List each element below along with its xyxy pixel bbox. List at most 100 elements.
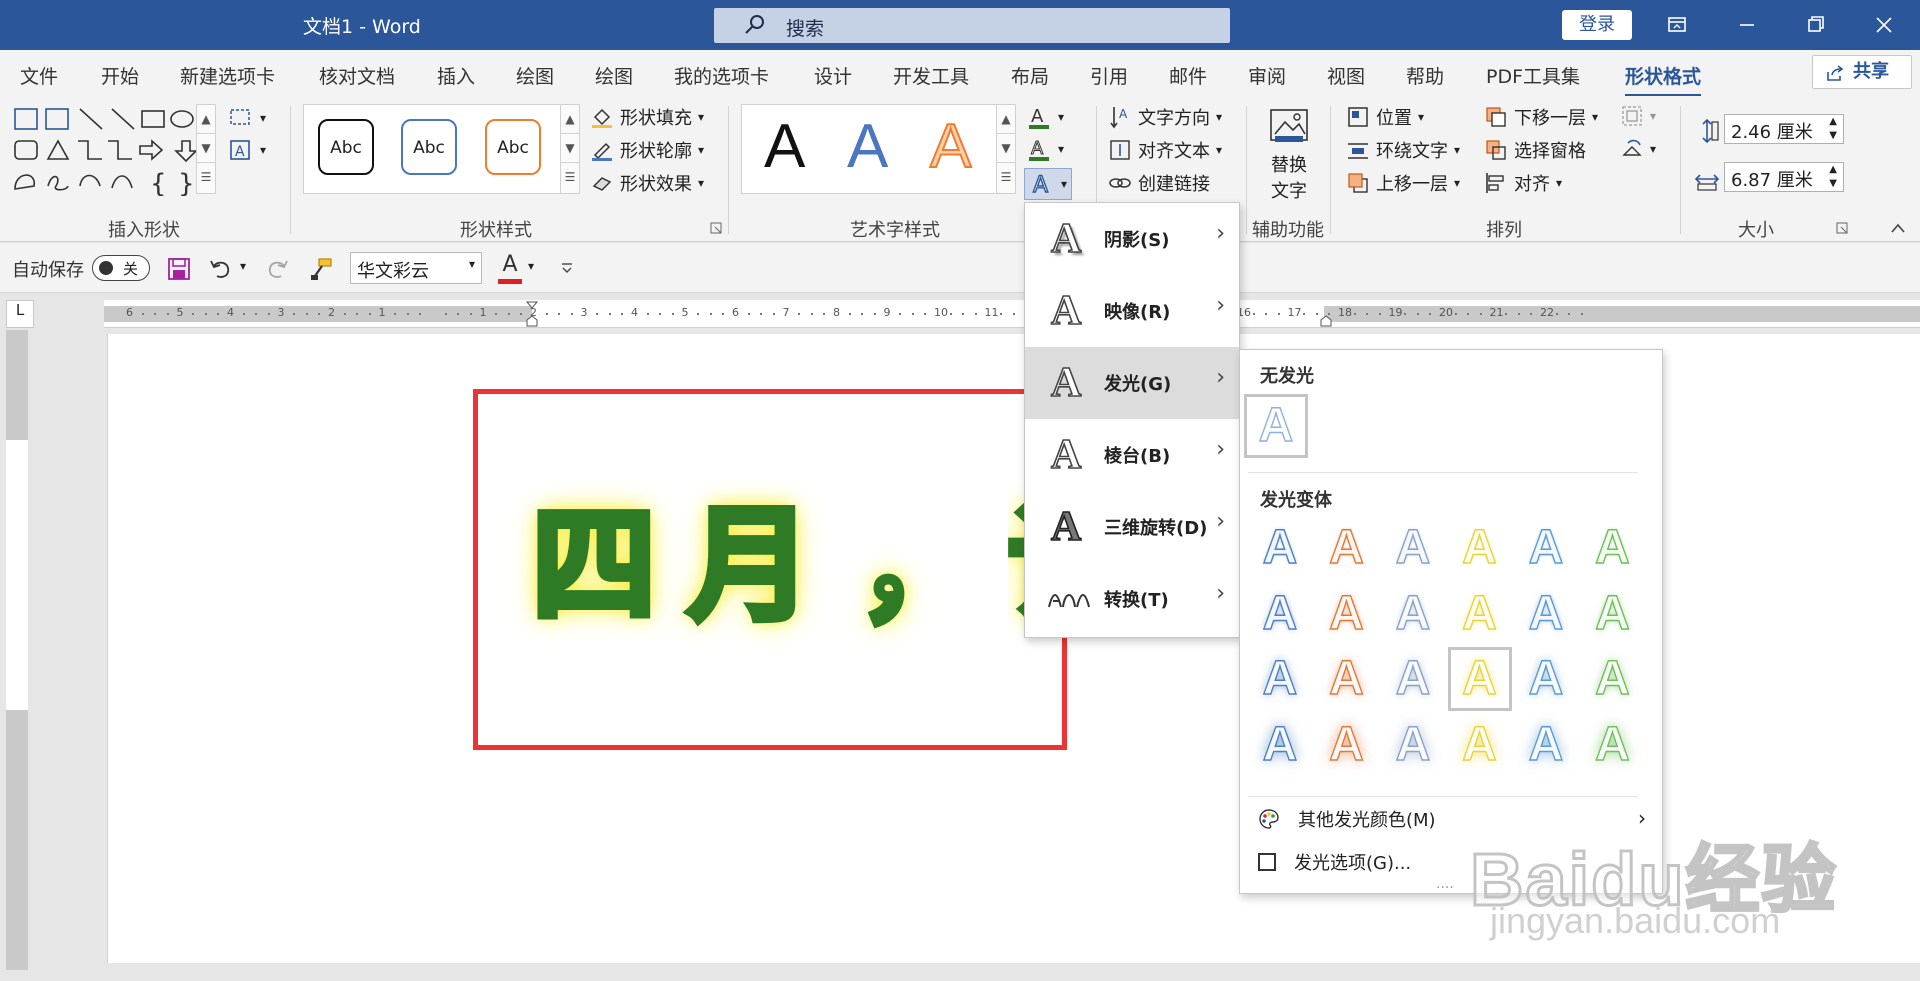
vertical-ruler[interactable]	[6, 330, 28, 970]
wordart-scroll[interactable]: ▲ ▼ ☰	[996, 104, 1016, 194]
customize-qat-icon[interactable]	[560, 261, 574, 275]
horizontal-ruler[interactable]: 6543211234567891011121314151617181920212…	[104, 300, 1920, 328]
font-color-dropdown-icon[interactable]: ▾	[528, 259, 534, 273]
text-direction-button[interactable]: A 文字方向 ▾	[1108, 104, 1222, 130]
shape-style-orange[interactable]: Abc	[485, 119, 541, 175]
shapes-gallery[interactable]: {}	[12, 106, 212, 196]
shape-width-input[interactable]: 6.87 厘米 ▲ ▼	[1724, 162, 1844, 192]
edit-shape-button[interactable]: ▾	[228, 106, 266, 130]
dialog-launcher-icon[interactable]	[710, 222, 722, 234]
menu-item-glow[interactable]: A 发光(G) ›	[1025, 347, 1239, 419]
create-link-button[interactable]: 创建链接	[1108, 170, 1210, 196]
glow-variant-option[interactable]: A	[1315, 516, 1379, 580]
tab-selector[interactable]: L	[6, 300, 34, 328]
tab-draw-2[interactable]: 绘图	[595, 62, 633, 89]
menu-item-bevel[interactable]: A 棱台(B) ›	[1025, 419, 1239, 491]
size-dialog-launcher-icon[interactable]	[1836, 222, 1848, 234]
shape-effects-button[interactable]: 形状效果 ▾	[590, 170, 704, 196]
wordart-blue[interactable]: A	[847, 111, 888, 182]
no-glow-option[interactable]: A	[1244, 394, 1308, 458]
glow-variant-option[interactable]: A	[1514, 647, 1578, 711]
alt-text-button[interactable]: 替换 文字	[1264, 106, 1314, 203]
shapes-scroll[interactable]: ▲ ▼ ☰	[196, 104, 216, 194]
share-button[interactable]: 共享	[1812, 55, 1912, 89]
font-name-select[interactable]: 华文彩云 ▾	[350, 252, 482, 284]
tab-pdf[interactable]: PDF工具集	[1486, 62, 1580, 89]
glow-variant-option[interactable]: A	[1315, 713, 1379, 777]
bring-forward-button[interactable]: 上移一层 ▾	[1346, 170, 1460, 196]
autosave-toggle[interactable]: 关	[92, 255, 150, 281]
wrap-text-button[interactable]: 环绕文字 ▾	[1346, 137, 1460, 163]
glow-variant-option[interactable]: A	[1381, 516, 1445, 580]
shape-styles-scroll[interactable]: ▲ ▼ ☰	[560, 104, 580, 194]
shape-style-blue[interactable]: Abc	[401, 119, 457, 175]
shape-fill-button[interactable]: 形状填充 ▾	[590, 104, 704, 130]
glow-variant-option[interactable]: A	[1315, 582, 1379, 646]
tab-review[interactable]: 审阅	[1248, 62, 1286, 89]
position-button[interactable]: 位置 ▾	[1346, 104, 1424, 130]
search-box[interactable]: 搜索	[714, 8, 1230, 43]
selection-pane-button[interactable]: 选择窗格	[1484, 137, 1586, 163]
glow-variant-option[interactable]: A	[1248, 713, 1312, 777]
restore-icon[interactable]	[1799, 8, 1833, 42]
shape-style-gallery[interactable]: Abc Abc Abc	[303, 104, 565, 194]
right-indent-marker-icon[interactable]	[1318, 312, 1334, 328]
glow-variant-option[interactable]: A	[1581, 647, 1645, 711]
tab-proofread[interactable]: 核对文档	[319, 62, 395, 89]
tab-view[interactable]: 视图	[1327, 62, 1365, 89]
glow-variant-option[interactable]: A	[1315, 647, 1379, 711]
shape-height-input[interactable]: 2.46 厘米 ▲ ▼	[1724, 114, 1844, 144]
wordart-black[interactable]: A	[764, 111, 805, 182]
glow-variant-option[interactable]: A	[1381, 582, 1445, 646]
collapse-ribbon-icon[interactable]	[1890, 222, 1906, 234]
shape-outline-button[interactable]: 形状轮廓 ▾	[590, 137, 704, 163]
indent-marker-icon[interactable]	[524, 300, 540, 328]
text-fill-button[interactable]: A ▾	[1026, 104, 1064, 130]
more-glow-colors-item[interactable]: 其他发光颜色(M)	[1258, 806, 1436, 832]
tab-design[interactable]: 设计	[814, 62, 852, 89]
redo-icon[interactable]	[264, 256, 290, 282]
save-icon[interactable]	[166, 256, 192, 282]
tab-file[interactable]: 文件	[20, 62, 58, 89]
glow-variant-option[interactable]: A	[1448, 516, 1512, 580]
glow-variant-option[interactable]: A	[1248, 516, 1312, 580]
resize-grip-icon[interactable]: ....	[1436, 876, 1454, 892]
glow-variant-option[interactable]: A	[1514, 516, 1578, 580]
glow-variant-option[interactable]: A	[1381, 713, 1445, 777]
menu-item-reflection[interactable]: A 映像(R) ›	[1025, 275, 1239, 347]
wordart-orange[interactable]: A	[929, 111, 972, 182]
tab-help[interactable]: 帮助	[1406, 62, 1444, 89]
glow-variant-option[interactable]: A	[1514, 582, 1578, 646]
tab-draw-1[interactable]: 绘图	[516, 62, 554, 89]
tab-new[interactable]: 新建选项卡	[180, 62, 275, 89]
font-color-button[interactable]: A	[498, 252, 522, 284]
glow-variant-option[interactable]: A	[1581, 713, 1645, 777]
glow-variant-option[interactable]: A	[1447, 647, 1512, 711]
menu-item-transform[interactable]: 转换(T) ›	[1025, 563, 1239, 635]
text-outline-button[interactable]: A ▾	[1026, 136, 1064, 162]
format-painter-icon[interactable]	[308, 256, 334, 282]
glow-variant-option[interactable]: A	[1248, 647, 1312, 711]
menu-item-shadow[interactable]: A 阴影(S) ›	[1025, 203, 1239, 275]
minimize-icon[interactable]	[1730, 8, 1764, 42]
tab-my-tab[interactable]: 我的选项卡	[674, 62, 769, 89]
send-backward-button[interactable]: 下移一层 ▾	[1484, 104, 1598, 130]
align-button[interactable]: 对齐 ▾	[1484, 170, 1562, 196]
rotate-button[interactable]: ▾	[1620, 137, 1656, 161]
glow-variant-option[interactable]: A	[1581, 582, 1645, 646]
align-text-button[interactable]: 对齐文本 ▾	[1108, 137, 1222, 163]
glow-variant-option[interactable]: A	[1581, 516, 1645, 580]
glow-options-item[interactable]: 发光选项(G)...	[1258, 849, 1411, 875]
text-box-button[interactable]: A ▾	[228, 138, 266, 162]
wordart-style-gallery[interactable]: A A A	[741, 104, 1016, 194]
shape-style-black[interactable]: Abc	[318, 119, 374, 175]
glow-variant-option[interactable]: A	[1248, 582, 1312, 646]
glow-variant-option[interactable]: A	[1514, 713, 1578, 777]
tab-shape-format[interactable]: 形状格式	[1625, 62, 1702, 98]
tab-layout[interactable]: 布局	[1011, 62, 1049, 89]
close-icon[interactable]	[1867, 8, 1901, 42]
ribbon-display-icon[interactable]	[1660, 8, 1694, 42]
undo-icon[interactable]	[208, 256, 234, 282]
tab-insert[interactable]: 插入	[437, 62, 475, 89]
group-button[interactable]: ▾	[1620, 104, 1656, 128]
